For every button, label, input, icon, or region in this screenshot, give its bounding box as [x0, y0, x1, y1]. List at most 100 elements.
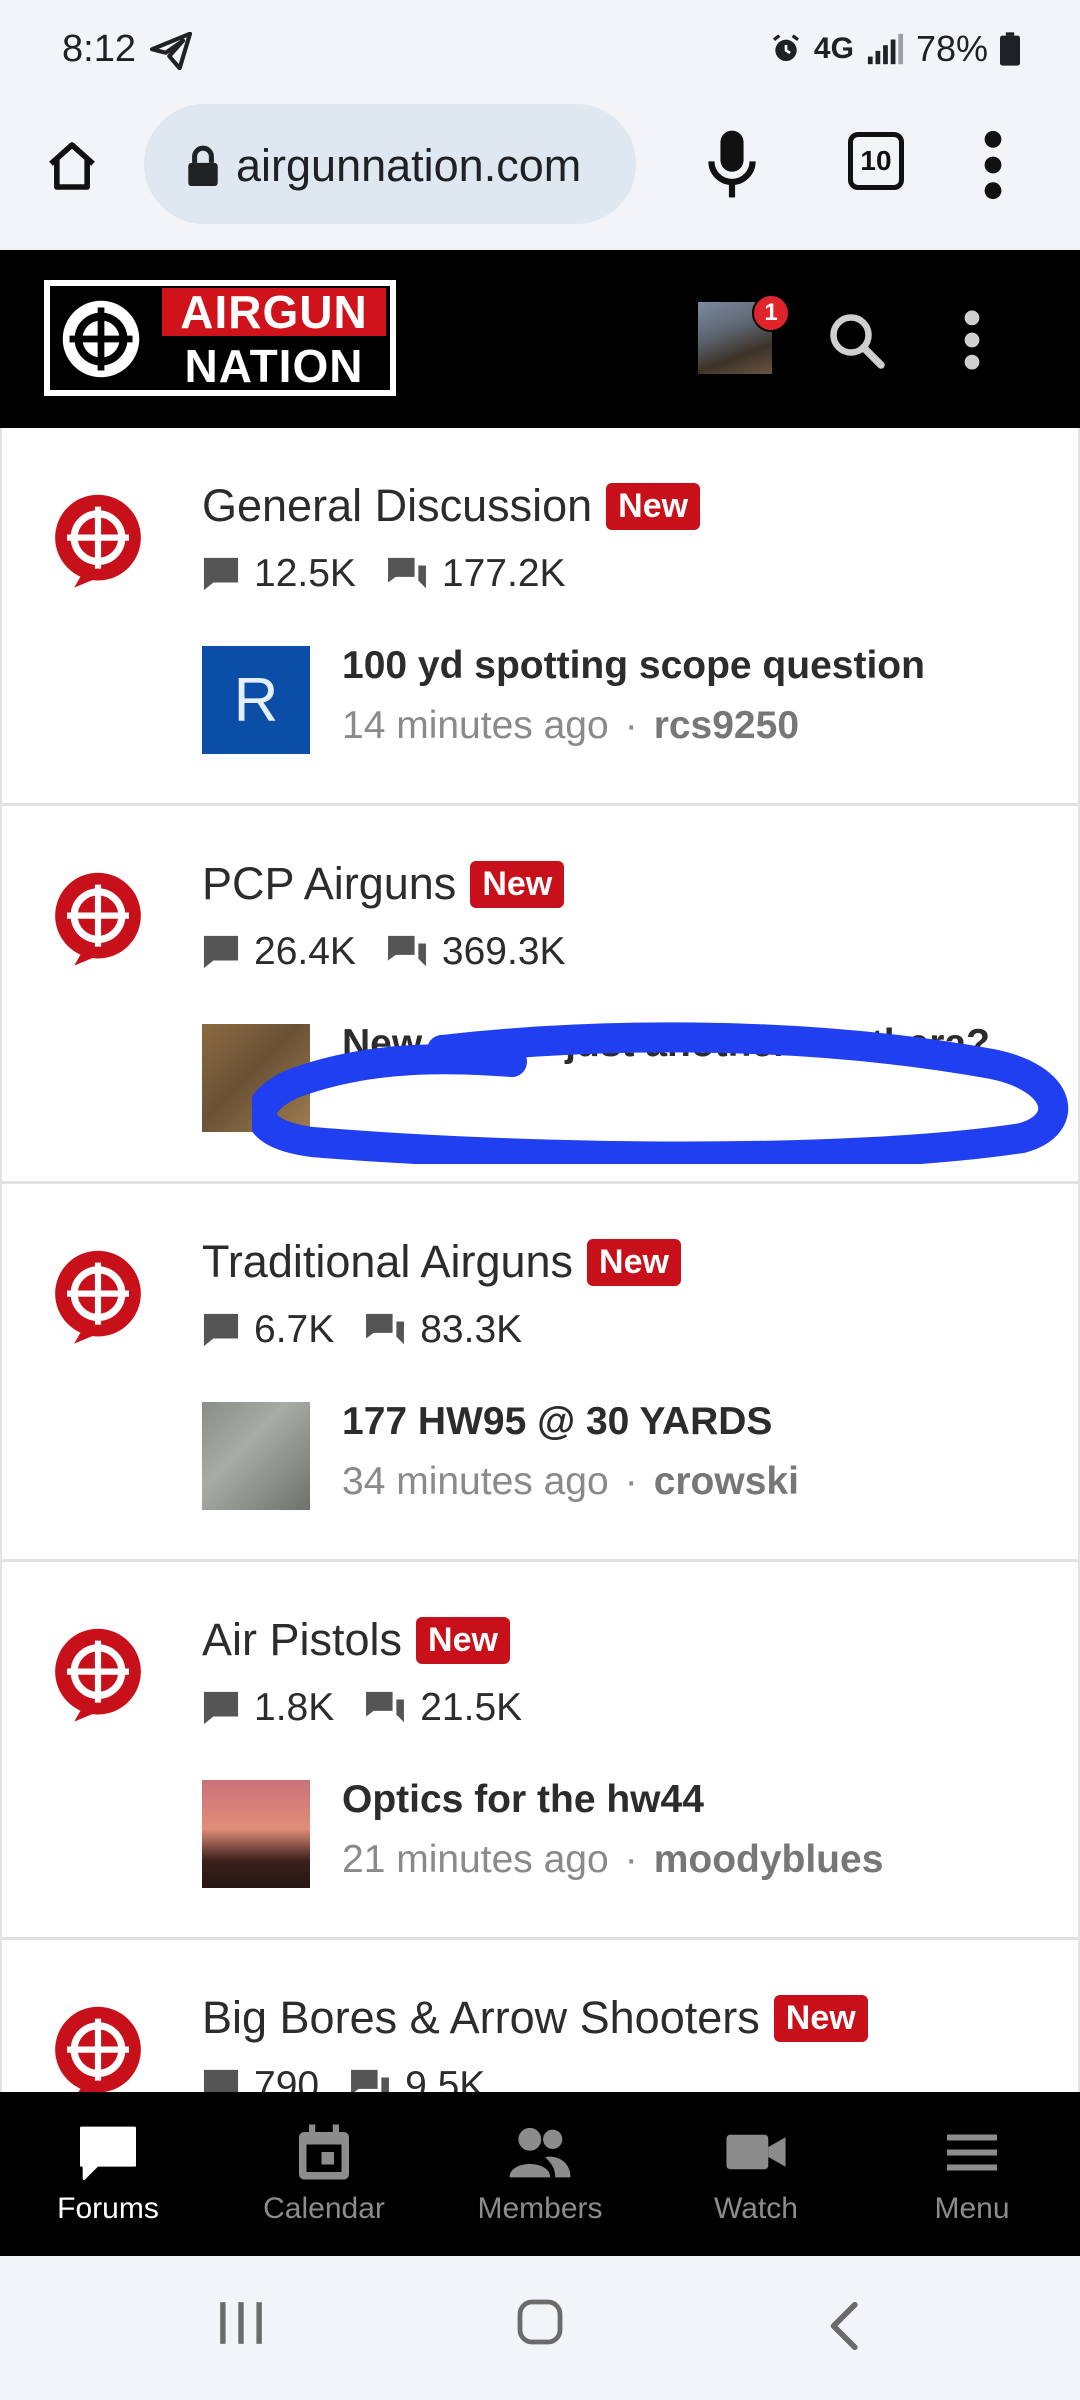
nav-forums[interactable]: Forums [0, 2092, 216, 2256]
thread-icon [203, 557, 239, 591]
forum-title[interactable]: PCP Airguns [202, 858, 456, 910]
new-badge: New [416, 1616, 510, 1664]
latest-thumbnail[interactable] [202, 1402, 310, 1510]
address-bar[interactable]: airgunnation.com [144, 104, 636, 224]
latest-meta: 34 minutes ago · crowski [342, 1460, 799, 1503]
lock-icon [188, 145, 218, 186]
nav-members[interactable]: Members [432, 2092, 648, 2256]
latest-thumbnail[interactable] [202, 1780, 310, 1888]
forum-stats: 6.7K 83.3K [202, 1308, 552, 1352]
browser-toolbar: airgunnation.com 10 [0, 100, 1080, 250]
site-header: AIRGUN NATION 1 [0, 250, 1080, 428]
messages-icon [351, 2069, 390, 2092]
tab-switcher-button[interactable]: 10 [848, 132, 904, 190]
messages-count: 9.5K [405, 2064, 486, 2092]
forum-node[interactable]: Big Bores & Arrow Shooters New 790 9.5K [2, 1940, 1078, 2092]
nav-menu[interactable]: Menu [864, 2092, 1080, 2256]
messages-stat: 9.5K [349, 2064, 485, 2092]
nav-calendar-label: Calendar [263, 2192, 385, 2225]
members-icon [509, 2127, 571, 2178]
threads-stat: 26.4K [202, 930, 356, 974]
forum-node[interactable]: Air Pistols New 1.8K 21.5K Optics for th… [2, 1562, 1078, 1940]
microphone-icon[interactable] [700, 128, 764, 200]
latest-thread-title[interactable]: 177 HW95 @ 30 YARDS [342, 1400, 772, 1444]
back-icon[interactable] [826, 2300, 860, 2352]
video-camera-icon [726, 2134, 786, 2170]
forum-node[interactable]: PCP Airguns New 26.4K 369.3K New gun or … [2, 806, 1078, 1184]
latest-user[interactable]: rcs9250 [654, 704, 799, 747]
home-icon [49, 142, 95, 190]
new-badge: New [606, 482, 701, 530]
thread-icon [203, 1691, 239, 1725]
url-text: airgunnation.com [236, 140, 582, 191]
hamburger-icon [947, 2134, 997, 2171]
forum-stats: 790 9.5K [202, 2064, 515, 2092]
alarm-icon [772, 34, 799, 61]
notification-badge: 1 [752, 294, 790, 332]
threads-count: 12.5K [254, 552, 356, 595]
forum-title[interactable]: Big Bores & Arrow Shooters [202, 1992, 760, 2044]
latest-time: 21 minutes ago [342, 1838, 609, 1881]
forum-stats: 26.4K 369.3K [202, 930, 596, 974]
system-nav-bar [0, 2256, 1080, 2400]
forum-target-icon [55, 494, 141, 588]
bottom-nav: Forums Calendar Members Watch Menu [0, 2092, 1080, 2256]
messages-count: 369.3K [441, 930, 566, 973]
messages-stat: 83.3K [364, 1308, 522, 1352]
calendar-icon [299, 2124, 349, 2180]
browser-menu-icon[interactable] [978, 130, 1008, 200]
latest-time: 14 minutes ago [342, 704, 609, 747]
signal-icon [867, 33, 903, 65]
threads-count: 1.8K [254, 1686, 335, 1729]
latest-thumbnail[interactable] [202, 1024, 310, 1132]
system-home-icon[interactable] [516, 2298, 564, 2346]
site-logo[interactable]: AIRGUN NATION [44, 280, 396, 396]
nav-calendar[interactable]: Calendar [216, 2092, 432, 2256]
battery-icon [1000, 32, 1020, 66]
logo-text-airgun: AIRGUN [162, 288, 386, 336]
latest-thread-title[interactable]: 100 yd spotting scope question [342, 644, 925, 688]
telegram-icon [150, 32, 192, 70]
crosshair-logo-icon [62, 300, 140, 378]
latest-time: 34 minutes ago [342, 1460, 609, 1503]
latest-thread-title[interactable]: New gun or just another Panthera? [342, 1022, 990, 1066]
logo-text-nation: NATION [184, 340, 364, 392]
new-badge: New [470, 860, 565, 908]
nav-watch[interactable]: Watch [648, 2092, 864, 2256]
latest-user[interactable]: moodyblues [654, 1838, 884, 1881]
home-button[interactable] [36, 130, 108, 202]
search-icon[interactable] [826, 310, 886, 370]
site-menu-icon[interactable] [960, 308, 984, 372]
forum-target-icon [55, 872, 141, 966]
messages-stat: 21.5K [364, 1686, 522, 1730]
forums-icon [80, 2126, 136, 2180]
network-type: 4G [813, 32, 854, 65]
nav-members-label: Members [477, 2192, 603, 2225]
messages-count: 21.5K [420, 1686, 523, 1729]
new-badge: New [773, 1994, 868, 2042]
forum-title[interactable]: Air Pistols [202, 1614, 402, 1666]
forum-target-icon [55, 1250, 141, 1344]
forum-title[interactable]: General Discussion [202, 480, 592, 532]
thread-icon [203, 1313, 239, 1347]
recent-apps-icon[interactable] [216, 2300, 266, 2346]
new-badge: New [587, 1238, 681, 1286]
threads-stat: 790 [202, 2064, 319, 2092]
forum-target-icon [55, 2006, 141, 2092]
latest-avatar[interactable]: R [202, 646, 310, 754]
threads-count: 6.7K [254, 1308, 335, 1351]
forum-title[interactable]: Traditional Airguns [202, 1236, 573, 1288]
latest-meta: 21 minutes ago · moodyblues [342, 1838, 884, 1881]
forum-stats: 12.5K 177.2K [202, 552, 596, 596]
latest-thread-title[interactable]: Optics for the hw44 [342, 1778, 704, 1822]
status-time: 8:12 [62, 28, 136, 70]
forum-node[interactable]: General Discussion New 12.5K 177.2K R 10… [2, 428, 1078, 806]
messages-icon [387, 935, 426, 967]
threads-stat: 1.8K [202, 1686, 334, 1730]
threads-stat: 12.5K [202, 552, 356, 596]
nav-watch-label: Watch [714, 2192, 798, 2225]
nav-menu-label: Menu [934, 2192, 1010, 2225]
messages-stat: 369.3K [386, 930, 566, 974]
forum-node[interactable]: Traditional Airguns New 6.7K 83.3K 177 H… [2, 1184, 1078, 1562]
latest-user[interactable]: crowski [654, 1460, 799, 1503]
